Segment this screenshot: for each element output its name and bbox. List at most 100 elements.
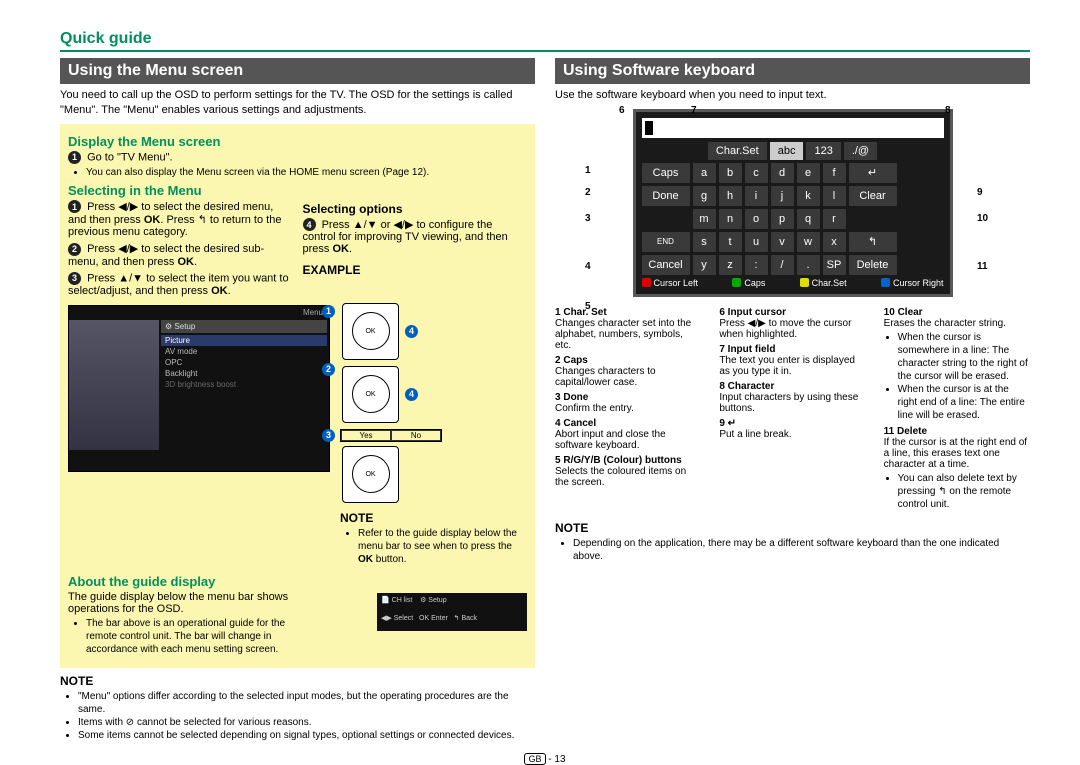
intro-kb: Use the software keyboard when you need … — [555, 88, 1030, 103]
ok-2: OK — [177, 256, 194, 268]
leg-10b: When the cursor is at the right end of a… — [898, 383, 1030, 422]
co-1: 1 — [585, 165, 591, 176]
software-keyboard: Char.Set abc 123 ./@ Caps a b c d e f ↵ … — [633, 109, 953, 297]
page-footer: GB - 13 — [60, 754, 1030, 765]
key-y: y — [693, 255, 716, 275]
left-column: Using the Menu screen You need to call u… — [60, 58, 535, 746]
step-1-badge: 1 — [68, 151, 81, 164]
about-h: About the guide display — [68, 574, 527, 589]
key-s: s — [693, 232, 716, 252]
note-inner: Refer to the guide display below the men… — [358, 527, 527, 566]
selecting-options-h: Selecting options — [303, 202, 528, 216]
key-done: Done — [642, 186, 690, 206]
menu-item-opc: OPC — [161, 357, 327, 368]
note-heading-left: NOTE — [60, 674, 535, 688]
key-l: l — [823, 186, 846, 206]
sel-opt-badge: 4 — [303, 218, 316, 231]
co-11: 11 — [977, 261, 988, 272]
quick-guide-heading: Quick guide — [60, 30, 1030, 52]
yes-no-box: Yes No — [340, 429, 442, 442]
page-number: 13 — [554, 754, 565, 765]
red-dot-icon — [642, 278, 651, 287]
menu-item-avmode: AV mode — [161, 346, 327, 357]
display-step: Go to "TV Menu". — [87, 151, 172, 163]
yellow-panel: Display the Menu screen 1 Go to "TV Menu… — [60, 124, 535, 668]
leg-5: Selects the coloured items on the screen… — [555, 466, 686, 488]
key-r: r — [823, 209, 846, 229]
key-g: g — [693, 186, 716, 206]
key-v: v — [771, 232, 794, 252]
note-l3: Some items cannot be selected depending … — [78, 729, 535, 742]
key-t: t — [719, 232, 742, 252]
right-column: Using Software keyboard Use the software… — [555, 58, 1030, 746]
leg-8: Input characters by using these buttons. — [719, 392, 858, 414]
about-text: The guide display below the menu bar sho… — [68, 591, 293, 615]
menu-title: Menu — [303, 308, 323, 317]
leg-10a: When the cursor is somewhere in a line: … — [898, 331, 1030, 383]
remote-dpad-1: OK — [342, 303, 399, 360]
note-heading-right: NOTE — [555, 521, 1030, 535]
key-b: b — [719, 163, 742, 183]
key-enter: ↵ — [849, 163, 897, 183]
note-l2: Items with ⊘ cannot be selected for vari… — [78, 716, 535, 729]
section-title-menu: Using the Menu screen — [60, 58, 535, 84]
remote-dpad-2: OK — [342, 366, 399, 423]
co-9: 9 — [977, 187, 983, 198]
menu-item-3d: 3D brightness boost — [161, 379, 327, 390]
key-delete: Delete — [849, 255, 897, 275]
callout-2b: 2 — [322, 363, 335, 376]
key-colon: : — [745, 255, 768, 275]
display-menu-h: Display the Menu screen — [68, 134, 527, 149]
keyboard-legend: 1 Char. SetChanges character set into th… — [555, 307, 1030, 515]
co-6: 6 — [619, 105, 625, 116]
leg-4: Abort input and close the software keybo… — [555, 429, 666, 451]
callout-4b: 4 — [405, 388, 418, 401]
ok-1: OK — [144, 214, 161, 226]
menu-item-backlight: Backlight — [161, 368, 327, 379]
menu-screenshot: Menu 📄 CH list ⚙ Setup Picture AV mode O… — [68, 305, 330, 472]
yellow-dot-icon — [800, 278, 809, 287]
callout-1b: 1 — [322, 305, 335, 318]
kb-input-field — [642, 118, 944, 138]
leg-11: If the cursor is at the right end of a l… — [884, 437, 1027, 470]
key-q: q — [797, 209, 820, 229]
tab-charset: Char.Set — [708, 142, 767, 160]
key-clear: Clear — [849, 186, 897, 206]
leg-11a: You can also delete text by pressing ↰ o… — [898, 472, 1030, 511]
callout-4a: 4 — [405, 325, 418, 338]
key-n: n — [719, 209, 742, 229]
section-title-kb: Using Software keyboard — [555, 58, 1030, 84]
key-caps: Caps — [642, 163, 690, 183]
key-i: i — [745, 186, 768, 206]
guide-bar: 📄 CH list ⚙ Setup ◀▶ Select OK Enter ↰ B… — [377, 593, 527, 631]
example-h: EXAMPLE — [303, 263, 528, 277]
key-sp: SP — [823, 255, 846, 275]
sel-step2-badge: 2 — [68, 243, 81, 256]
key-u: u — [745, 232, 768, 252]
display-sub: You can also display the Menu screen via… — [86, 166, 527, 179]
leg-1: Changes character set into the alphabet,… — [555, 318, 691, 351]
intro-menu: You need to call up the OSD to perform s… — [60, 88, 535, 118]
remote-dpad-3: OK — [342, 446, 399, 503]
tab-abc: abc — [770, 142, 804, 160]
sel-step3: Press ▲/▼ to select the item you want to… — [68, 272, 289, 297]
leg-9: Put a line break. — [719, 429, 791, 440]
green-dot-icon — [732, 278, 741, 287]
leg-2: Changes characters to capital/lower case… — [555, 366, 656, 388]
key-o: o — [745, 209, 768, 229]
leg-10: Erases the character string. — [884, 318, 1006, 329]
note-l1: "Menu" options differ according to the s… — [78, 690, 535, 716]
key-k: k — [797, 186, 820, 206]
co-4: 4 — [585, 261, 591, 272]
key-z: z — [719, 255, 742, 275]
key-e: e — [797, 163, 820, 183]
leg-6: Press ◀/▶ to move the cursor when highli… — [719, 318, 851, 340]
key-m: m — [693, 209, 716, 229]
yes-btn: Yes — [341, 430, 391, 441]
tab-sym: ./@ — [844, 142, 877, 160]
key-j: j — [771, 186, 794, 206]
sel-step1-badge: 1 — [68, 200, 81, 213]
sel-step3-badge: 3 — [68, 272, 81, 285]
key-cancel: Cancel — [642, 255, 690, 275]
ok-4: OK — [332, 243, 349, 255]
